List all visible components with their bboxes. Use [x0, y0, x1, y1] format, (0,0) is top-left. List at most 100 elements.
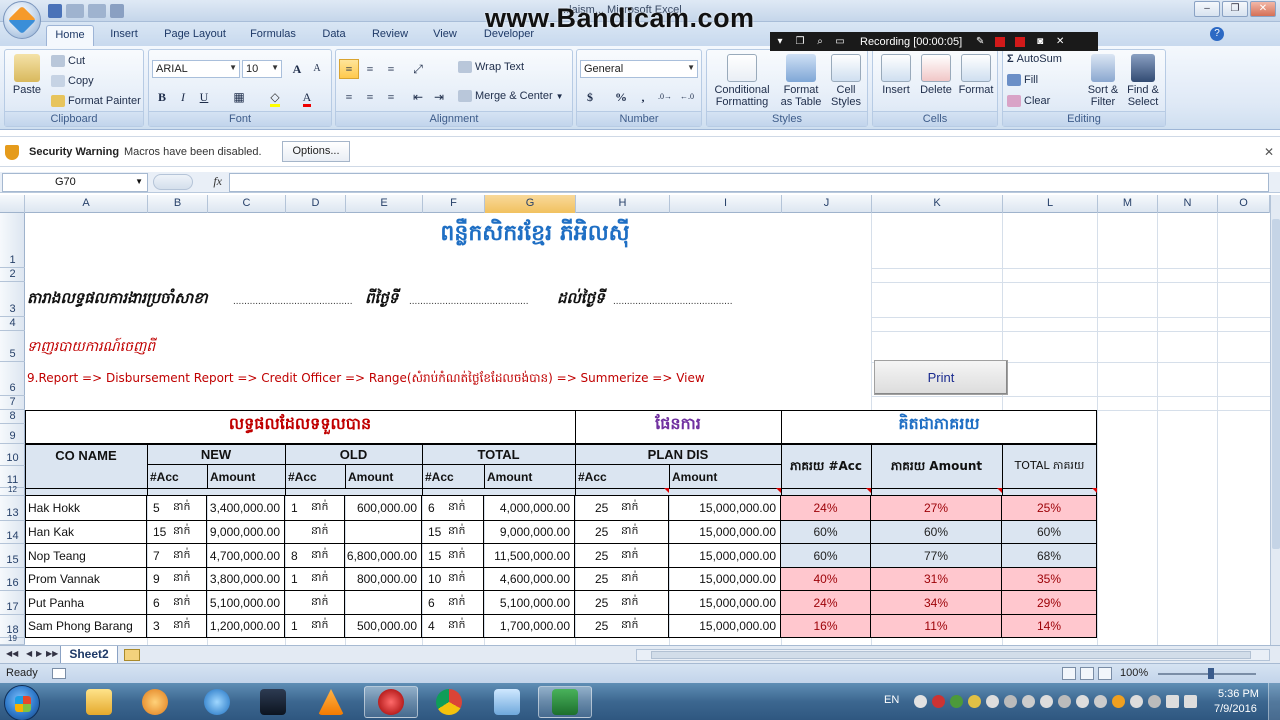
stop-icon[interactable]	[1015, 36, 1026, 47]
table-cell[interactable]: 14%	[1002, 615, 1097, 638]
tray-app-icon[interactable]	[1094, 695, 1107, 708]
table-cell[interactable]: 15 នាក់	[422, 521, 484, 544]
column-header[interactable]: O	[1218, 195, 1270, 213]
network-icon[interactable]	[1166, 695, 1179, 708]
format-as-table-button[interactable]: Format as Table	[777, 54, 825, 108]
table-cell[interactable]: 31%	[871, 568, 1002, 591]
insert-cells-button[interactable]: Insert	[877, 54, 915, 96]
table-cell[interactable]: 4,600,000.00	[484, 568, 575, 591]
table-cell[interactable]: 11%	[871, 615, 1002, 638]
shrink-font-icon[interactable]: A	[307, 59, 327, 79]
increase-decimal-icon[interactable]: .0→	[655, 87, 675, 107]
table-cell[interactable]: Sam Phong Barang	[25, 615, 147, 638]
table-cell[interactable]: 25 នាក់	[575, 496, 669, 521]
insert-sheet-icon[interactable]	[124, 649, 140, 661]
table-cell[interactable]: 3,400,000.00	[207, 496, 285, 521]
tray-app-icon[interactable]	[1022, 695, 1035, 708]
cell-styles-button[interactable]: Cell Styles	[827, 54, 865, 108]
table-cell[interactable]: 3 នាក់	[147, 615, 207, 638]
column-header[interactable]: M	[1098, 195, 1158, 213]
tab-insert[interactable]: Insert	[102, 25, 146, 46]
taskbar-media-player[interactable]	[128, 686, 182, 718]
table-cell[interactable]: 9 នាក់	[147, 568, 207, 591]
table-cell[interactable]: 500,000.00	[345, 615, 422, 638]
table-cell[interactable]: 60%	[781, 521, 871, 544]
tab-formulas[interactable]: Formulas	[244, 25, 302, 46]
clock-date[interactable]: 7/9/2016	[1214, 703, 1257, 715]
comma-button[interactable]: ,	[633, 87, 653, 107]
formula-input[interactable]	[229, 173, 1269, 192]
zoom-slider[interactable]	[1158, 673, 1256, 675]
table-cell[interactable]: 6 នាក់	[147, 591, 207, 615]
fill-color-icon[interactable]: ◇	[265, 87, 285, 107]
table-cell[interactable]: Put Panha	[25, 591, 147, 615]
restore-button[interactable]: ❐	[1222, 1, 1248, 17]
bold-button[interactable]: B	[152, 87, 172, 107]
column-header-selected[interactable]: G	[485, 195, 576, 213]
minimize-button[interactable]: –	[1194, 1, 1220, 17]
row-header[interactable]: 2	[0, 268, 25, 282]
wrap-text-button[interactable]: Wrap Text	[458, 61, 524, 73]
row-header[interactable]: 12	[0, 485, 25, 496]
table-cell[interactable]: 4 នាក់	[422, 615, 484, 638]
align-bottom-icon[interactable]: ≡	[381, 59, 401, 79]
vertical-scrollbar[interactable]	[1270, 195, 1280, 645]
table-cell[interactable]: 24%	[781, 496, 871, 521]
paste-button[interactable]: Paste	[9, 54, 45, 96]
tray-app-icon[interactable]	[1058, 695, 1071, 708]
column-header[interactable]: F	[423, 195, 485, 213]
table-cell[interactable]: 800,000.00	[345, 568, 422, 591]
print-button[interactable]: Print	[874, 360, 1008, 395]
restore-icon[interactable]: ❐	[793, 36, 807, 48]
table-cell[interactable]: 11,500,000.00	[484, 544, 575, 568]
table-cell[interactable]: 16%	[781, 615, 871, 638]
align-middle-icon[interactable]: ≡	[360, 59, 380, 79]
table-cell[interactable]	[345, 591, 422, 615]
align-right-icon[interactable]: ≡	[381, 87, 401, 107]
row-header[interactable]: 3	[0, 282, 25, 317]
format-cells-button[interactable]: Format	[957, 54, 995, 96]
undo-icon[interactable]	[66, 4, 84, 18]
column-header[interactable]: D	[286, 195, 346, 213]
table-cell[interactable]: 6 នាក់	[422, 496, 484, 521]
tray-app-icon[interactable]	[1004, 695, 1017, 708]
table-cell[interactable]: 6 នាក់	[422, 591, 484, 615]
taskbar-app[interactable]	[246, 686, 300, 718]
merge-center-button[interactable]: Merge & Center ▼	[458, 90, 564, 102]
help-icon[interactable]: ?	[1210, 27, 1224, 41]
font-size-select[interactable]: 10 ▼	[242, 60, 282, 78]
row-header[interactable]: 17	[0, 591, 25, 615]
table-cell[interactable]: 15,000,000.00	[669, 496, 781, 521]
column-header[interactable]: K	[872, 195, 1003, 213]
row-header[interactable]: 7	[0, 396, 25, 410]
table-cell[interactable]: 25 នាក់	[575, 591, 669, 615]
next-sheet-icon[interactable]: ▶	[36, 649, 42, 658]
table-cell[interactable]	[345, 521, 422, 544]
table-cell[interactable]: Han Kak	[25, 521, 147, 544]
tab-home[interactable]: Home	[46, 25, 94, 46]
tray-search-icon[interactable]	[986, 695, 999, 708]
cut-button[interactable]: Cut	[51, 55, 85, 67]
prev-sheet-icon[interactable]: ◀	[26, 649, 32, 658]
tray-app-icon[interactable]	[914, 695, 927, 708]
normal-view-icon[interactable]	[1062, 667, 1076, 680]
row-header[interactable]: 14	[0, 521, 25, 544]
column-header[interactable]: B	[148, 195, 208, 213]
table-cell[interactable]: 60%	[781, 544, 871, 568]
column-header[interactable]: N	[1158, 195, 1218, 213]
table-cell[interactable]: 15,000,000.00	[669, 591, 781, 615]
close-icon[interactable]: ✕	[1264, 145, 1274, 159]
number-format-select[interactable]: General ▼	[580, 60, 698, 78]
table-cell[interactable]: 25 នាក់	[575, 544, 669, 568]
save-icon[interactable]	[48, 4, 62, 18]
camera-icon[interactable]: ◙	[1033, 36, 1047, 48]
page-break-view-icon[interactable]	[1098, 667, 1112, 680]
row-header[interactable]: 6	[0, 362, 25, 396]
table-cell[interactable]: 6,800,000.00	[345, 544, 422, 568]
table-cell[interactable]: 1,700,000.00	[484, 615, 575, 638]
zoom-level[interactable]: 100%	[1120, 667, 1148, 679]
table-cell[interactable]: 60%	[1002, 521, 1097, 544]
taskbar-chrome[interactable]	[422, 686, 476, 718]
page-layout-view-icon[interactable]	[1080, 667, 1094, 680]
table-cell[interactable]: 1 នាក់	[285, 615, 345, 638]
